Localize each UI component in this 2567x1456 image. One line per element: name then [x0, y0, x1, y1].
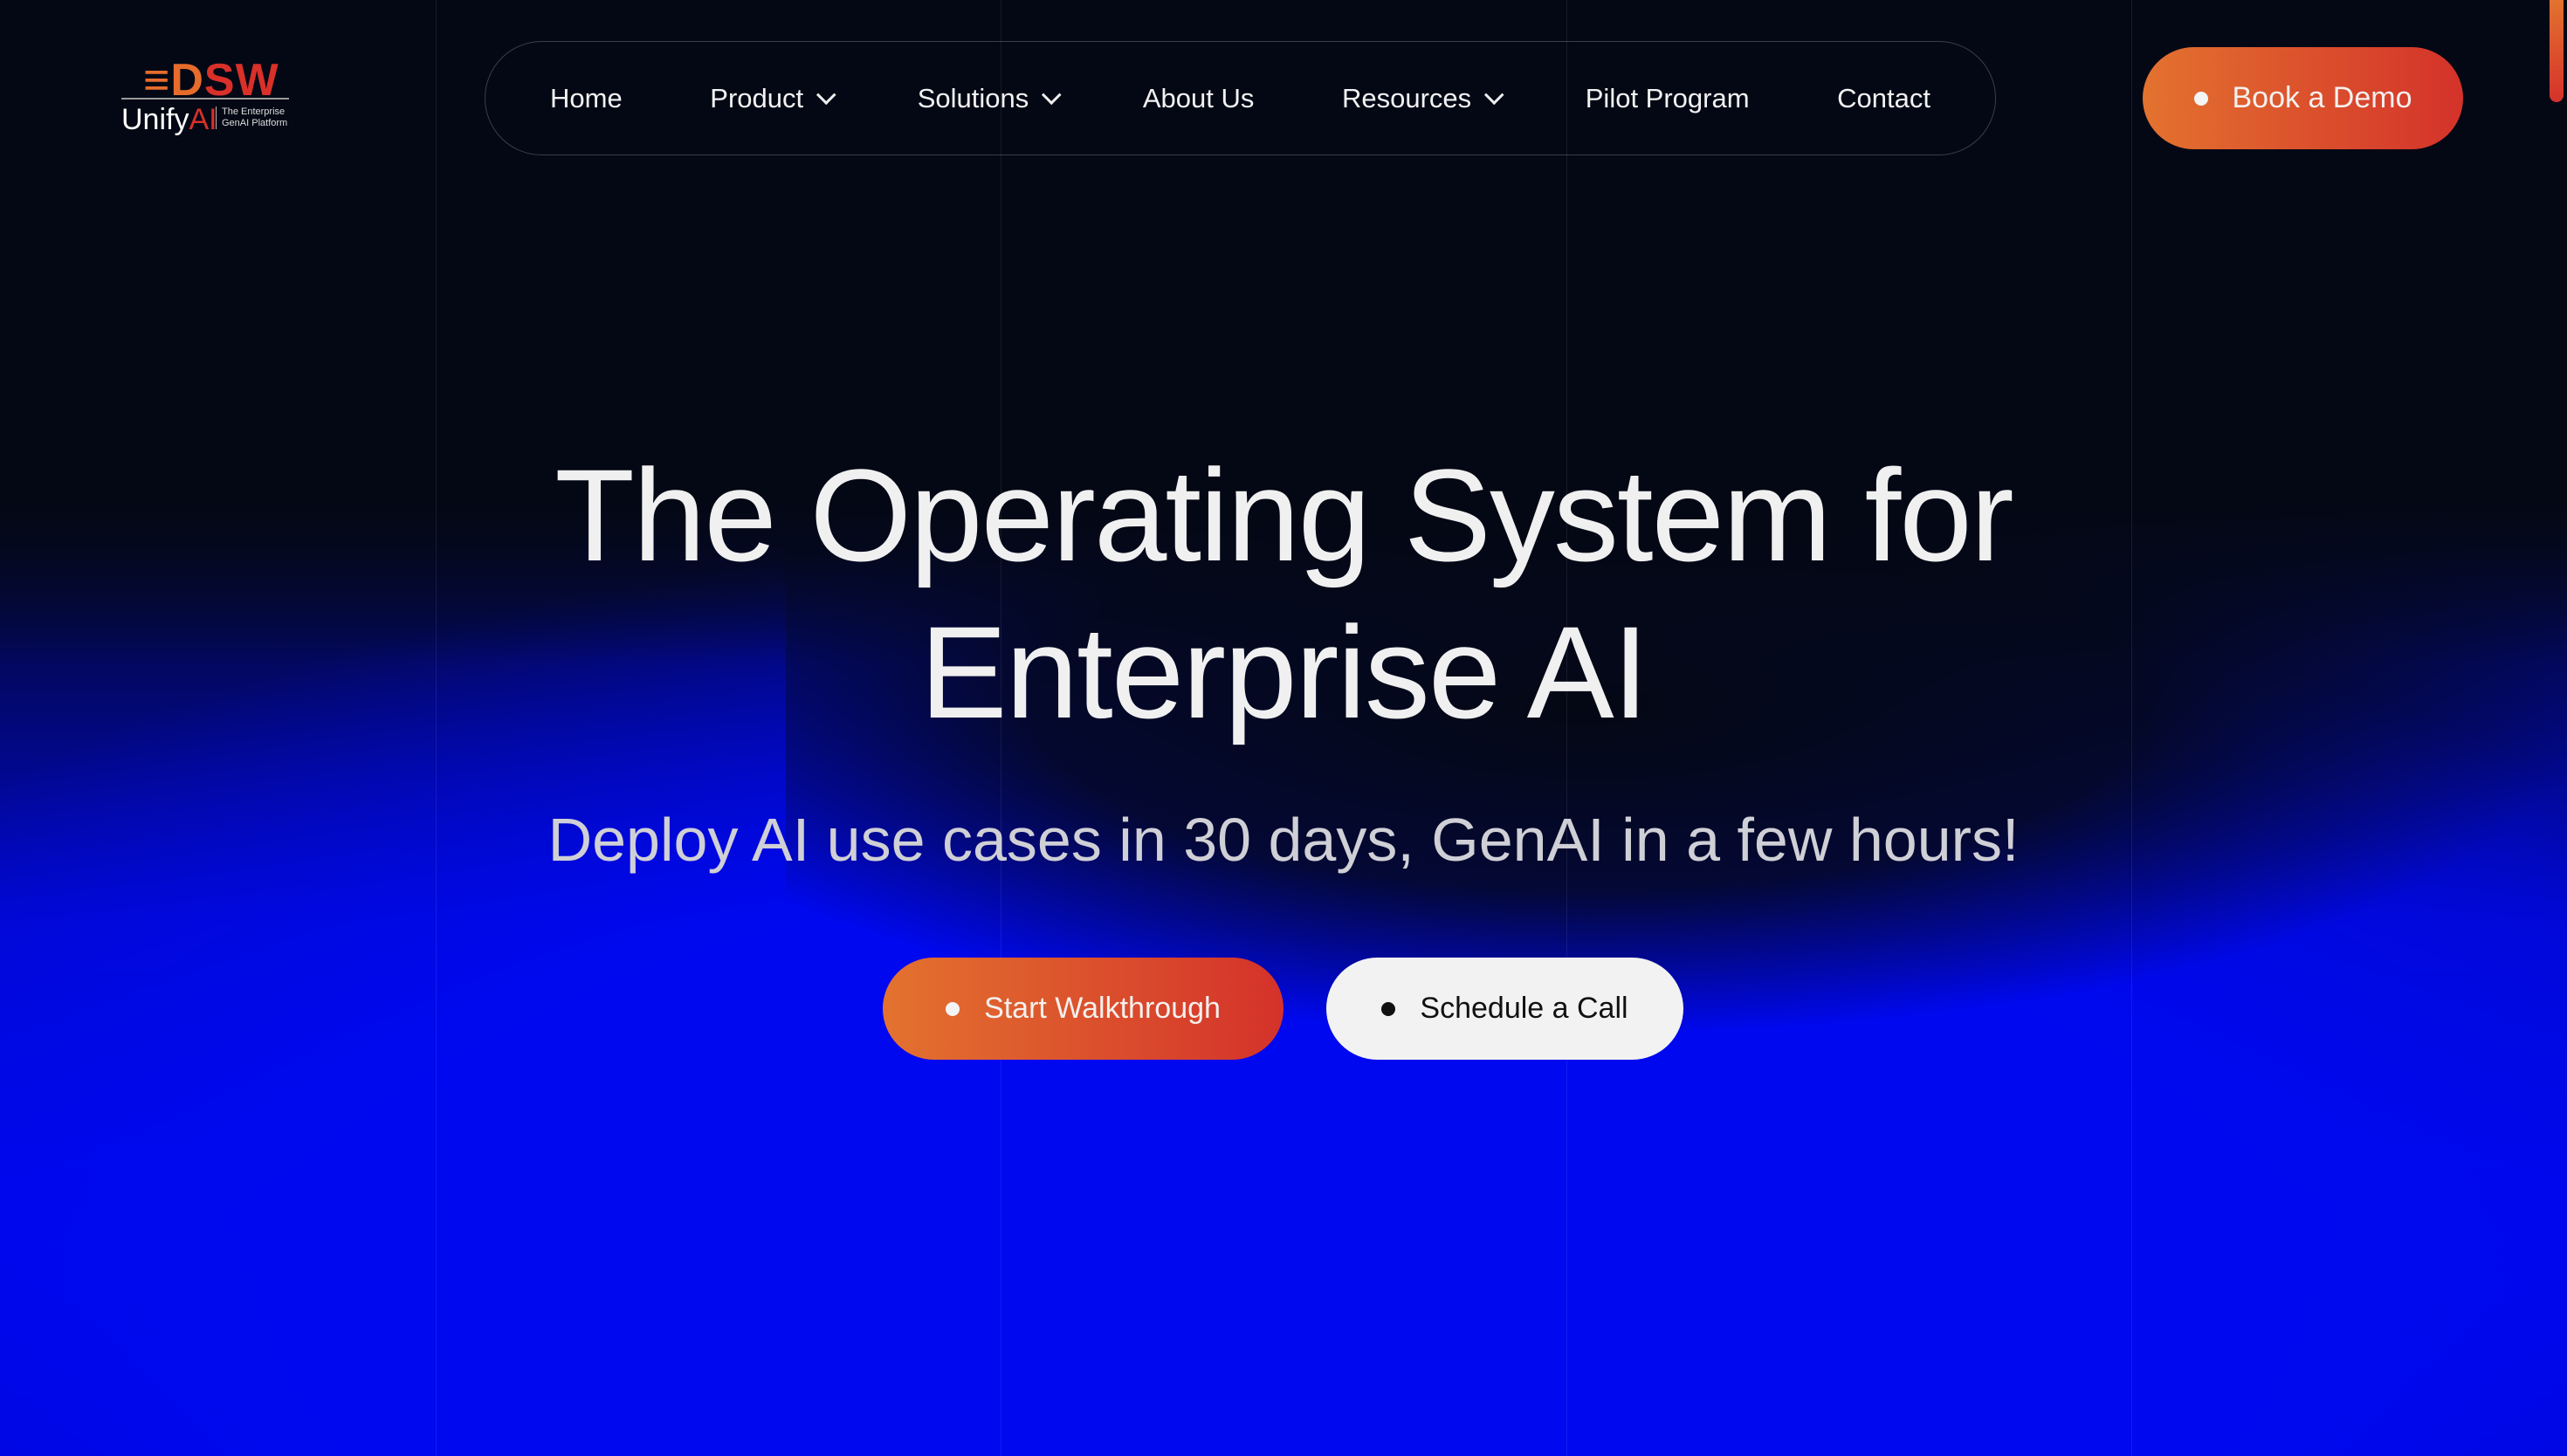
chevron-down-icon — [816, 84, 836, 105]
logo[interactable]: ≡DSW UnifyAI The Enterprise GenAI Platfor… — [121, 54, 296, 138]
nav-about-us[interactable]: About Us — [1143, 83, 1255, 114]
nav-label: Pilot Program — [1585, 82, 1750, 113]
start-walkthrough-button[interactable]: Start Walkthrough — [883, 958, 1284, 1060]
logo-divider — [121, 98, 289, 100]
nav-label: About Us — [1142, 82, 1255, 113]
dot-icon — [1381, 1001, 1396, 1016]
nav-contact[interactable]: Contact — [1837, 83, 1930, 114]
dot-icon — [946, 1001, 960, 1016]
scrollbar-thumb[interactable] — [2550, 0, 2564, 102]
logo-tagline-2: GenAI Platform — [222, 118, 288, 128]
book-demo-label: Book a Demo — [2232, 81, 2412, 114]
nav-home[interactable]: Home — [550, 83, 623, 114]
book-demo-button[interactable]: Book a Demo — [2143, 47, 2463, 149]
logo-product-accent: AI — [189, 103, 217, 136]
nav-label: Home — [550, 82, 623, 113]
hero-section: ≡DSW UnifyAI The Enterprise GenAI Platfor… — [0, 0, 2567, 1456]
dot-icon — [2193, 91, 2208, 106]
nav-resources[interactable]: Resources — [1341, 82, 1504, 114]
start-walkthrough-label: Start Walkthrough — [984, 992, 1221, 1025]
hero-title-line2: Enterprise AI — [919, 599, 1649, 745]
chevron-down-icon — [1042, 84, 1062, 105]
hero-title-line1: The Operating System for — [554, 442, 2013, 588]
logo-tagline-1: The Enterprise — [222, 106, 286, 117]
nav-product[interactable]: Product — [710, 82, 836, 114]
main-nav: Home Product Solutions About Us Resource… — [485, 41, 1996, 155]
schedule-call-button[interactable]: Schedule a Call — [1326, 958, 1683, 1060]
logo-product-main: Unify — [121, 103, 189, 136]
logo-product: UnifyAI — [121, 103, 217, 137]
nav-label: Contact — [1837, 82, 1930, 113]
nav-label: Product — [710, 82, 804, 113]
nav-solutions[interactable]: Solutions — [917, 82, 1062, 114]
nav-label: Resources — [1341, 82, 1472, 113]
chevron-down-icon — [1484, 84, 1504, 105]
nav-label: Solutions — [917, 82, 1029, 113]
hero-subtitle: Deploy AI use cases in 30 days, GenAI in… — [547, 806, 2020, 874]
logo-tagline: The Enterprise GenAI Platform — [216, 106, 287, 129]
nav-pilot-program[interactable]: Pilot Program — [1586, 83, 1750, 114]
hero-title: The Operating System for Enterprise AI — [0, 436, 2567, 751]
schedule-call-label: Schedule a Call — [1420, 992, 1628, 1025]
